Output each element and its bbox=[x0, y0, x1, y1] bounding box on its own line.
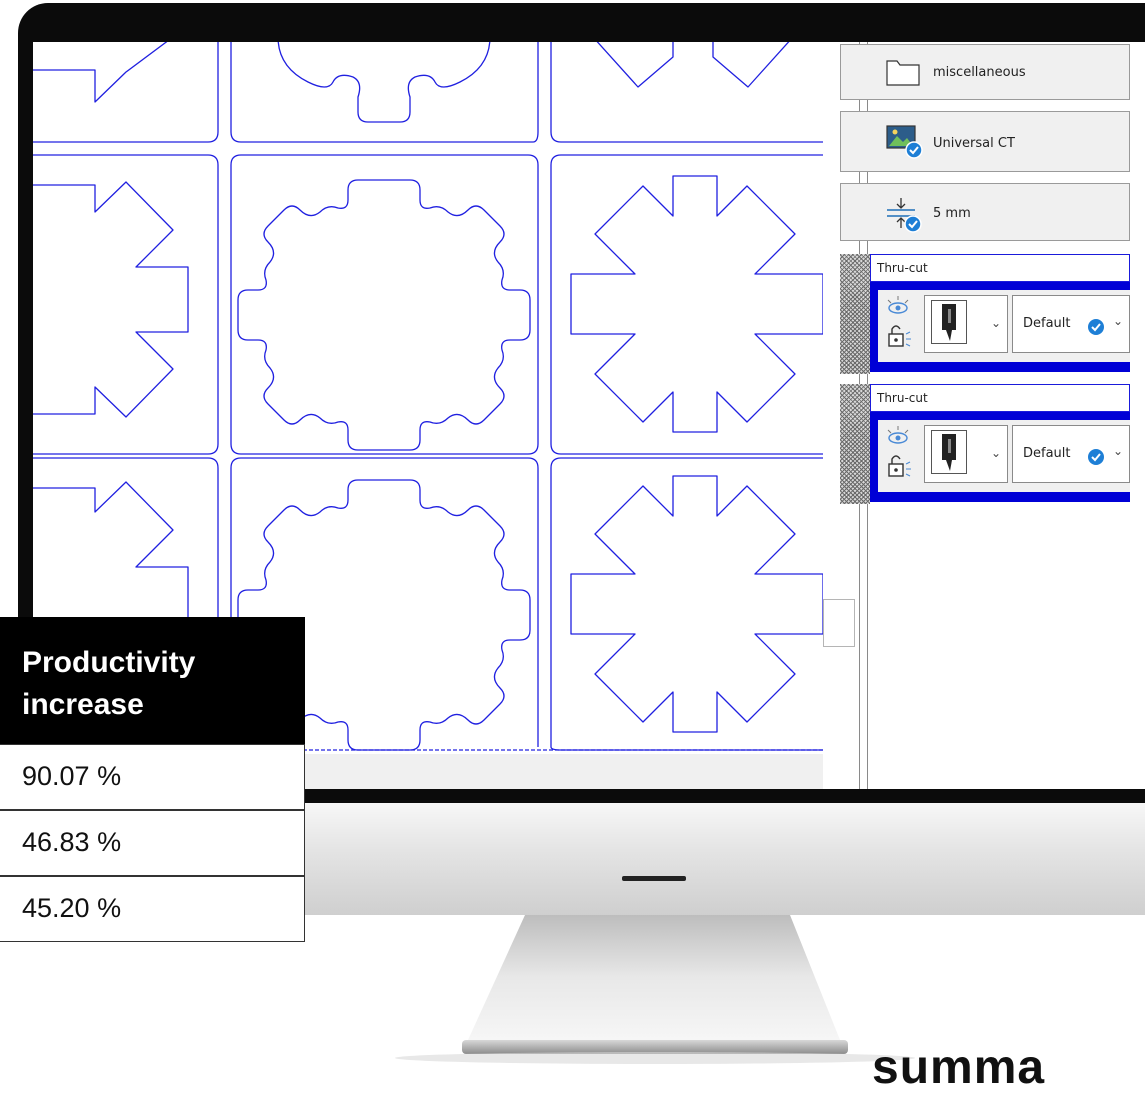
table-row: 46.83 % bbox=[0, 810, 305, 876]
table-header-line-1: Productivity bbox=[22, 646, 196, 679]
table-row: 45.20 % bbox=[0, 876, 305, 942]
table-header-line-2: increase bbox=[22, 688, 144, 721]
table-header: Productivity increase bbox=[0, 617, 305, 744]
table-row: 90.07 % bbox=[0, 744, 305, 810]
